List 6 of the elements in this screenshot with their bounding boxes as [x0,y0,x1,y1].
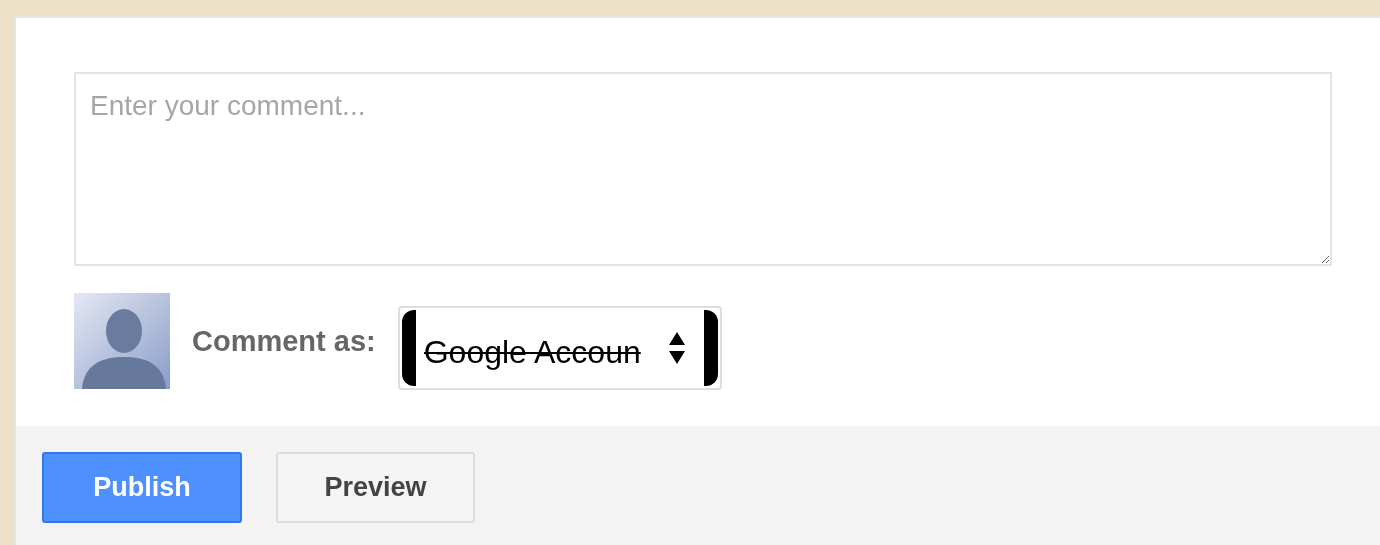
avatar-icon [74,293,170,389]
comment-as-label: Comment as: [192,324,376,358]
preview-button[interactable]: Preview [276,452,475,523]
comment-field[interactable]: Enter your comment... [74,72,1332,266]
account-select[interactable]: Google Accoun [397,306,722,390]
up-down-arrows-icon [667,331,686,365]
